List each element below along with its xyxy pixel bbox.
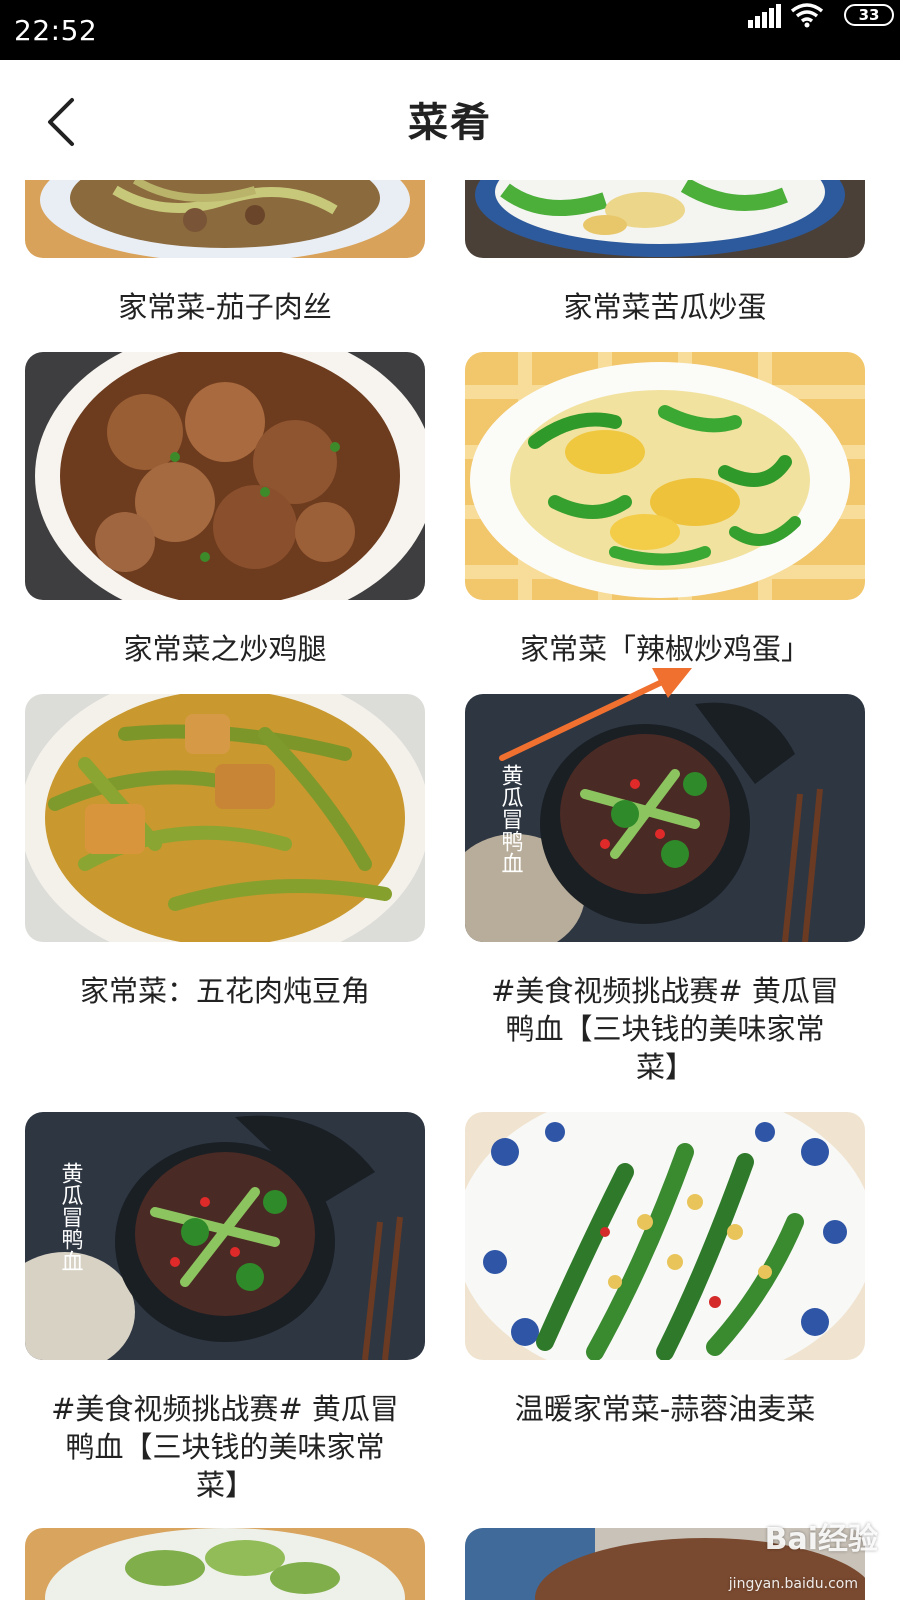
recipe-title-line: 菜】	[195, 1468, 254, 1502]
page-header: 菜肴	[0, 60, 900, 180]
recipe-image-pork-beans[interactable]	[25, 694, 425, 942]
recipe-image-bitter-melon[interactable]	[465, 180, 865, 258]
recipe-title[interactable]: 家常菜：五花肉炖豆角	[10, 972, 440, 1010]
page-title: 菜肴	[408, 100, 492, 146]
recipe-title[interactable]: 家常菜-茄子肉丝	[10, 288, 440, 326]
recipe-title[interactable]: #美食视频挑战赛# 黄瓜冒 鸭血【三块钱的美味家常 菜】	[10, 1390, 440, 1504]
recipe-title-line: 菜】	[635, 1050, 694, 1084]
recipe-title[interactable]: 家常菜之炒鸡腿	[10, 630, 440, 668]
wifi-icon	[790, 3, 824, 28]
recipe-image-cucumber[interactable]	[25, 1528, 425, 1600]
watermark-url: jingyan.baidu.com	[728, 1576, 858, 1592]
recipe-image-duck-blood[interactable]: 黄瓜冒鸭血	[25, 1112, 425, 1360]
recipe-title-line: 鸭血【三块钱的美味家常	[65, 1430, 385, 1464]
recipe-image-chicken-legs[interactable]	[25, 352, 425, 600]
recipe-image-eggplant[interactable]	[25, 180, 425, 258]
signal-icon	[748, 4, 782, 28]
recipe-title[interactable]: #美食视频挑战赛# 黄瓜冒 鸭血【三块钱的美味家常 菜】	[450, 972, 880, 1086]
recipe-image-pepper-egg[interactable]	[465, 352, 865, 600]
recipe-title[interactable]: 家常菜「辣椒炒鸡蛋」	[450, 630, 880, 668]
watermark-logo: Bai经验	[764, 1522, 878, 1557]
recipe-title[interactable]: 家常菜苦瓜炒蛋	[450, 288, 880, 326]
recipe-title-line: 鸭血【三块钱的美味家常	[505, 1012, 825, 1046]
recipe-title-line: #美食视频挑战赛# 黄瓜冒	[491, 974, 839, 1008]
recipe-title[interactable]: 温暖家常菜-蒜蓉油麦菜	[450, 1390, 880, 1428]
recipe-image-duck-blood[interactable]: 黄瓜冒鸭血	[465, 694, 865, 942]
image-text: 黄瓜冒鸭血	[58, 1162, 84, 1272]
status-bar: 22:52 33	[0, 0, 900, 60]
image-text: 黄瓜冒鸭血	[498, 764, 524, 874]
battery-indicator: 33	[844, 4, 894, 26]
status-time: 22:52	[14, 14, 98, 47]
recipe-title-line: #美食视频挑战赛# 黄瓜冒	[51, 1392, 399, 1426]
recipe-image-garlic-lettuce[interactable]	[465, 1112, 865, 1360]
